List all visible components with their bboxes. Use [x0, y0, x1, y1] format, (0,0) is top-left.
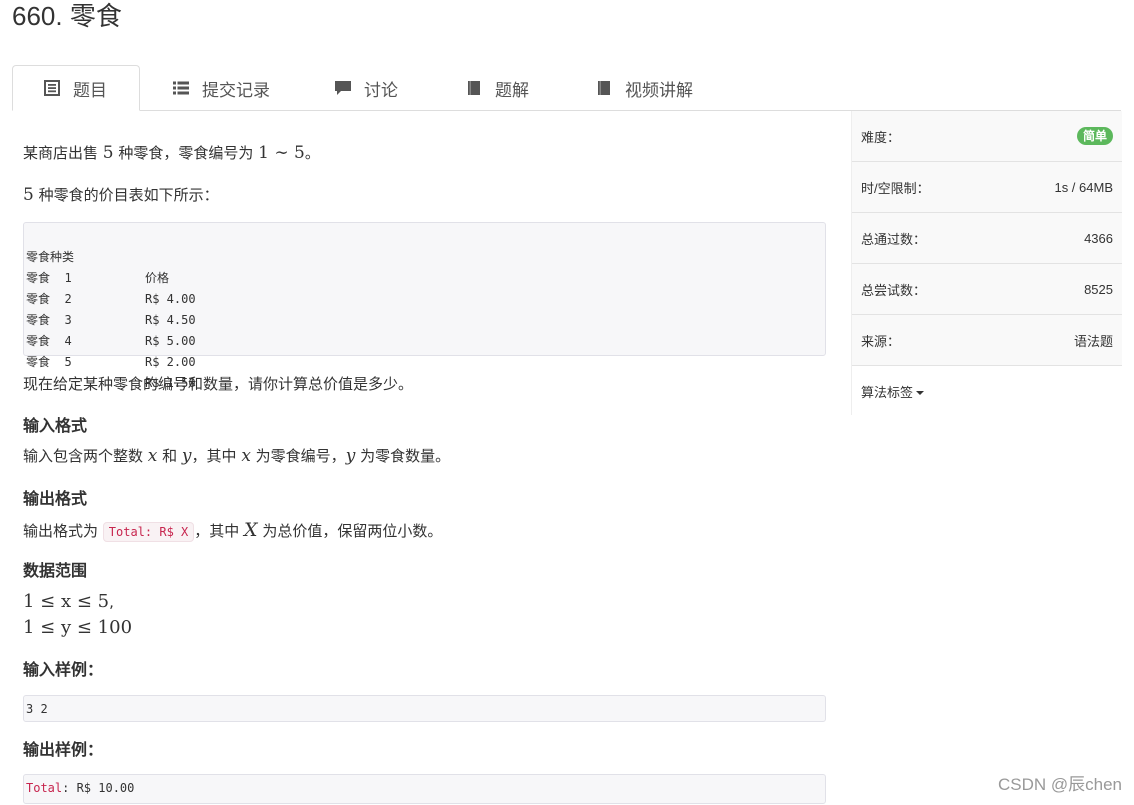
- price-table-header: 零食种类 价格: [26, 226, 823, 285]
- tab-label: 视频讲解: [625, 80, 693, 101]
- text: 为总价值，保留两位小数。: [257, 522, 443, 540]
- page-title: 660. 零食: [12, 1, 122, 31]
- limit-row: 时/空限制： 1s / 64MB: [852, 162, 1122, 213]
- tried-label: 总尝试数：: [861, 282, 927, 298]
- price-table-block: 零食种类 价格 零食 1 R$ 4.00 零食 2 R$ 4.50 零食 3 R…: [23, 222, 826, 390]
- math: 5: [23, 185, 34, 205]
- table-intro-text: 5 种零食的价目表如下所示：: [23, 185, 219, 205]
- sample-output-heading: 输出样例：: [23, 740, 104, 759]
- sample-output-block: Total: R$ 10.00: [23, 774, 826, 804]
- difficulty-badge: 简单: [1076, 127, 1113, 145]
- price-cell: R$ 2.00: [145, 355, 196, 369]
- tab-label: 题目: [73, 80, 107, 101]
- math: y: [181, 446, 192, 466]
- limit-value: 1s / 64MB: [1054, 179, 1113, 195]
- math: 1 ≤ x ≤ 5: [23, 591, 110, 612]
- tried-value: 8525: [1084, 281, 1113, 297]
- math: 1 ≤ y ≤ 100: [23, 617, 133, 638]
- text: ，其中: [194, 522, 245, 540]
- task-text: 现在给定某种零食的编号和数量，请你计算总价值是多少。: [23, 375, 414, 393]
- caret-down-icon: [916, 391, 925, 396]
- text: Total: [26, 781, 63, 795]
- text: 为零食编号，: [250, 447, 346, 465]
- snack-cell: 零食 5: [26, 355, 72, 369]
- math: x: [241, 446, 251, 466]
- text: : R$ 10.00: [62, 781, 135, 795]
- tags-dropdown[interactable]: 算法标签: [861, 382, 925, 401]
- table-row: 零食 5 R$ 1.50: [26, 331, 823, 390]
- text: 为零食数量。: [355, 447, 451, 465]
- table-row: 零食 2 R$ 4.50: [26, 268, 823, 327]
- text: 种零食，零食编号为: [113, 144, 259, 162]
- book-icon: [468, 81, 480, 95]
- tab-solutions[interactable]: 题解: [435, 65, 529, 111]
- text: ，其中: [191, 447, 242, 465]
- passed-row: 总通过数： 4366: [852, 213, 1122, 264]
- tab-label: 提交记录: [202, 80, 270, 101]
- sample-input-heading: 输入样例：: [23, 660, 104, 679]
- tags-label: 算法标签: [861, 384, 914, 400]
- tab-problem[interactable]: 题目: [12, 65, 140, 111]
- tags-row: 算法标签: [852, 366, 1122, 416]
- table-row: 零食 4 R$ 2.00: [26, 310, 823, 369]
- output-format-text: 输出格式为 Total: R$ X ，其中 X 为总价值，保留两位小数。: [23, 520, 442, 542]
- text: ,: [109, 593, 114, 611]
- comment-icon: [335, 81, 351, 95]
- problem-tabs: 题目 提交记录 讨论 题解 视频讲解: [12, 65, 1121, 111]
- input-format-text: 输入包含两个整数 x 和 y，其中 x 为零食编号，y 为零食数量。: [23, 446, 450, 466]
- tab-video[interactable]: 视频讲解: [565, 65, 693, 111]
- text: 和: [157, 447, 182, 465]
- sample-input-block: 3 2: [23, 695, 826, 722]
- text: 。: [304, 144, 320, 162]
- difficulty-row: 难度： 简单: [852, 111, 1122, 162]
- list-icon: [173, 81, 189, 95]
- text: 输入包含两个整数: [23, 447, 148, 465]
- tried-row: 总尝试数： 8525: [852, 264, 1122, 315]
- range-line-1: 1 ≤ x ≤ 5,: [23, 592, 114, 612]
- sample-output-text: Total: R$ 10.00: [26, 778, 823, 799]
- intro-text: 某商店出售 5 种零食，零食编号为 1 ∼ 5。: [23, 143, 320, 163]
- data-range-heading: 数据范围: [23, 561, 88, 580]
- text: 种零食的价目表如下所示：: [33, 186, 219, 204]
- difficulty-label: 难度：: [861, 129, 901, 145]
- math: 5: [102, 143, 114, 163]
- text: 输出格式为: [23, 522, 103, 540]
- inline-code: Total: R$ X: [102, 522, 195, 542]
- passed-label: 总通过数：: [861, 231, 927, 247]
- tab-discussion[interactable]: 讨论: [304, 65, 398, 111]
- math: X: [244, 519, 258, 541]
- output-format-heading: 输出格式: [23, 489, 88, 508]
- source-row: 来源： 语法题: [852, 315, 1122, 366]
- limit-label: 时/空限制：: [861, 180, 930, 196]
- sample-input-text: 3 2: [26, 702, 48, 716]
- math: y: [345, 446, 356, 466]
- input-format-heading: 输入格式: [23, 416, 88, 435]
- math: 1 ∼ 5: [258, 143, 305, 163]
- passed-value: 4366: [1084, 230, 1113, 246]
- source-value: 语法题: [1073, 333, 1113, 349]
- book-icon: [598, 81, 610, 95]
- tab-label: 题解: [495, 80, 529, 101]
- source-label: 来源：: [861, 333, 901, 349]
- range-line-2: 1 ≤ y ≤ 100: [23, 618, 132, 638]
- problem-info-panel: 难度： 简单 时/空限制： 1s / 64MB 总通过数： 4366 总尝试数：…: [851, 111, 1122, 416]
- watermark: CSDN @辰chen: [997, 775, 1122, 794]
- math: x: [147, 446, 158, 466]
- tab-submissions[interactable]: 提交记录: [142, 65, 270, 111]
- table-row: 零食 3 R$ 5.00: [26, 289, 823, 348]
- table-row: 零食 1 R$ 4.00: [26, 247, 823, 306]
- document-icon: [44, 80, 60, 96]
- tab-label: 讨论: [364, 80, 398, 101]
- text: 某商店出售: [23, 144, 103, 162]
